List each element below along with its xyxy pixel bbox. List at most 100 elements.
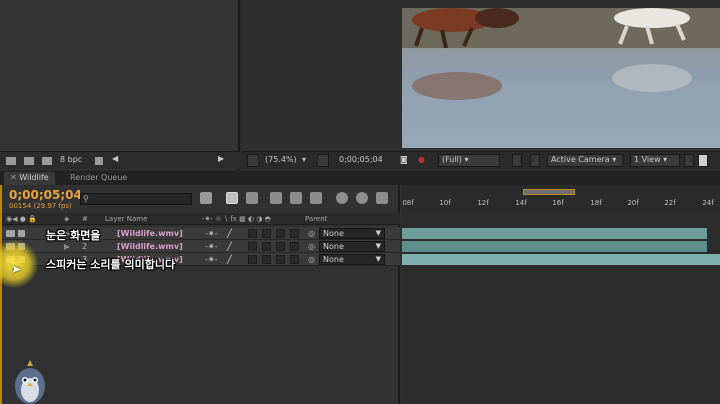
video-visibility-icon[interactable] xyxy=(6,230,15,237)
shy-switch-icon[interactable]: -✷- xyxy=(205,255,217,264)
pickwhip-icon[interactable]: ◎ xyxy=(308,242,315,251)
trash-icon[interactable] xyxy=(95,157,103,165)
audio-icon[interactable] xyxy=(18,230,25,237)
zoom-chevron-icon[interactable]: ▾ xyxy=(302,155,306,164)
tab-render-queue[interactable]: Render Queue xyxy=(64,172,133,185)
layer-duration-bar[interactable] xyxy=(402,254,720,265)
shy-switch-icon[interactable]: -✷- xyxy=(205,229,217,238)
time-navigator-handle[interactable] xyxy=(523,189,575,195)
frame-blending-icon[interactable] xyxy=(270,192,282,204)
ruler-tick: 12f xyxy=(477,199,489,207)
caption-line-2: 스피커는 소리를 의미합니다 xyxy=(46,258,176,271)
ruler-tick: 22f xyxy=(664,199,676,207)
auto-keyframe-icon[interactable] xyxy=(336,192,348,204)
parent-dropdown[interactable]: None ▼ xyxy=(319,254,385,265)
new-composition-icon[interactable] xyxy=(42,157,52,165)
layer-number: 2 xyxy=(82,242,88,251)
timeline-tab-bar: ✕ Wildlife Render Queue xyxy=(0,171,720,185)
av-features-header-icon: ◉◀ ● 🔒 xyxy=(6,215,37,223)
close-icon[interactable]: ✕ xyxy=(10,173,17,182)
layer-search-input[interactable]: ⚲ xyxy=(80,193,192,205)
view-layout-value: 1 View xyxy=(634,155,661,164)
comp-timecode[interactable]: 0;00;05;04 xyxy=(339,155,383,164)
time-ruler[interactable]: 08f 10f 12f 14f 16f 18f 20f 22f 24f xyxy=(402,196,720,212)
frame-blend-switch[interactable] xyxy=(262,255,271,264)
stopwatch-icon[interactable] xyxy=(356,192,368,204)
composition-toolbar: (75.4%) ▾ 0;00;05;04 ◙ ● (Full) ▾ Active… xyxy=(242,151,720,169)
always-preview-icon[interactable] xyxy=(247,154,259,167)
expand-arrow-icon[interactable]: ▶ xyxy=(64,242,70,251)
chevron-down-icon: ▼ xyxy=(375,229,381,237)
3d-layer-switch[interactable] xyxy=(290,255,299,264)
pickwhip-icon[interactable]: ◎ xyxy=(308,255,315,264)
video-frame xyxy=(402,8,720,148)
tab-wildlife-label: Wildlife xyxy=(19,173,49,182)
ruler-tick: 24f xyxy=(702,199,714,207)
quality-switch-icon[interactable]: ╱ xyxy=(227,255,232,264)
current-time-display[interactable]: 0;00;05;04 xyxy=(9,188,82,202)
camera-dropdown[interactable]: Active Camera ▾ xyxy=(547,154,623,167)
effect-switch[interactable] xyxy=(248,242,257,251)
scroll-right-icon[interactable]: ▶ xyxy=(218,154,224,163)
scroll-left-icon[interactable]: ◀ xyxy=(112,154,118,163)
motion-blur-switch[interactable] xyxy=(276,229,285,238)
effect-switch[interactable] xyxy=(248,229,257,238)
project-footer: 8 bpc ◀ ▶ xyxy=(0,151,240,169)
hide-shy-layers-icon[interactable] xyxy=(246,192,258,204)
parent-dropdown[interactable]: None ▼ xyxy=(319,241,385,252)
fast-previews-icon[interactable] xyxy=(698,154,708,167)
layer-column-header: ◉◀ ● 🔒 ◈ # Layer Name -✷- ☼ ∖ fx ▦ ◐ ◑ ◓… xyxy=(2,213,400,225)
parent-header[interactable]: Parent xyxy=(305,215,327,223)
motion-blur-icon[interactable] xyxy=(290,192,302,204)
pickwhip-icon[interactable]: ◎ xyxy=(308,229,315,238)
ruler-tick: 20f xyxy=(627,199,639,207)
toggle-pixel-aspect-icon[interactable] xyxy=(684,154,694,167)
view-layout-dropdown[interactable]: 1 View ▾ xyxy=(630,154,680,167)
motion-blur-switch[interactable] xyxy=(276,242,285,251)
comp-mini-flowchart-icon[interactable] xyxy=(200,192,212,204)
snapshot-icon[interactable]: ◙ xyxy=(400,155,408,164)
brainstorm-icon[interactable] xyxy=(310,192,322,204)
parent-dropdown[interactable]: None ▼ xyxy=(319,228,385,239)
region-of-interest-icon[interactable] xyxy=(512,154,522,167)
resolution-value: (Full) xyxy=(442,155,462,164)
draft-3d-icon[interactable] xyxy=(226,192,238,204)
layer-name[interactable]: [Wildlife.wmv] xyxy=(117,242,183,251)
zoom-dropdown[interactable]: (75.4%) xyxy=(265,155,297,164)
new-folder-icon[interactable] xyxy=(24,157,34,165)
caption-line-1: 눈은 화면을 xyxy=(46,229,101,242)
bpc-label[interactable]: 8 bpc xyxy=(60,155,82,164)
layer-duration-bar[interactable] xyxy=(402,228,707,239)
layer-name-header[interactable]: Layer Name xyxy=(105,215,147,223)
parent-value: None xyxy=(323,242,344,251)
shy-switch-icon[interactable]: -✷- xyxy=(205,242,217,251)
ruler-tick: 18f xyxy=(590,199,602,207)
chevron-down-icon: ▼ xyxy=(375,242,381,250)
project-panel xyxy=(0,0,240,170)
3d-layer-switch[interactable] xyxy=(290,229,299,238)
grid-guides-icon[interactable] xyxy=(317,154,329,167)
camera-value: Active Camera xyxy=(551,155,610,164)
quality-switch-icon[interactable]: ╱ xyxy=(227,242,232,251)
frame-blend-switch[interactable] xyxy=(262,229,271,238)
3d-layer-switch[interactable] xyxy=(290,242,299,251)
mouse-pointer-icon: ➤ xyxy=(11,262,22,276)
interpret-footage-icon[interactable] xyxy=(6,157,16,165)
switches-header-icons: -✷- ☼ ∖ fx ▦ ◐ ◑ ◓ xyxy=(202,215,271,223)
layer-duration-bar[interactable] xyxy=(402,241,707,252)
transparency-grid-icon[interactable] xyxy=(530,154,540,167)
frame-blend-switch[interactable] xyxy=(262,242,271,251)
layer-name[interactable]: [Wildlife.wmv] xyxy=(117,229,183,238)
tab-wildlife[interactable]: ✕ Wildlife xyxy=(4,172,55,185)
horses-image xyxy=(402,8,720,148)
quality-switch-icon[interactable]: ╱ xyxy=(227,229,232,238)
graph-editor-icon[interactable] xyxy=(376,192,388,204)
number-header-icon: # xyxy=(82,215,88,223)
effect-switch[interactable] xyxy=(248,255,257,264)
show-channel-icon[interactable]: ● xyxy=(418,155,425,164)
label-header-icon: ◈ xyxy=(64,215,70,223)
mascot-watermark xyxy=(10,356,50,404)
resolution-dropdown[interactable]: (Full) ▾ xyxy=(438,154,500,167)
motion-blur-switch[interactable] xyxy=(276,255,285,264)
parent-value: None xyxy=(323,255,344,264)
